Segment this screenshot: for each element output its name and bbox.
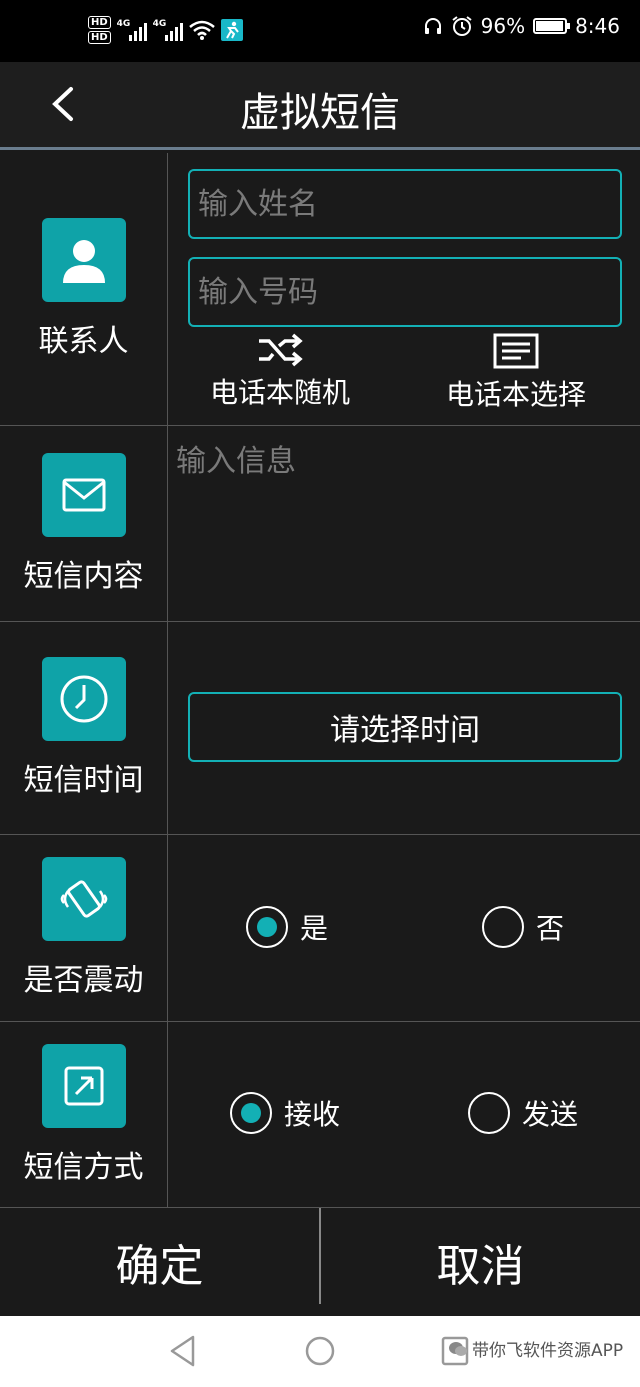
time-row: 短信时间 请选择时间 [0,622,640,835]
name-input[interactable] [188,169,622,239]
signal-bars-1 [128,23,147,41]
nav-home-icon[interactable] [304,1334,336,1368]
radio-dot-receive [241,1103,261,1123]
mode-body: 接收 发送 [170,1022,640,1207]
vibrate-no-label: 否 [536,912,565,945]
mode-tile [41,1043,126,1128]
envelope-icon [62,478,105,511]
watermark-text: 带你飞软件资源APP [472,1341,624,1361]
title-bar: 虚拟短信 [0,62,640,150]
contact-tile [41,218,126,302]
alarm-icon [452,16,472,36]
vibrate-label: 是否震动 [23,963,144,998]
mode-send-label: 发送 [522,1098,579,1131]
contact-row: 联系人 电话本随机 电话本选择 [0,153,640,426]
phonebook-random-label: 电话本随机 [210,376,351,409]
signal-bars-2 [164,23,183,41]
status-right: 96% 8:46 [423,14,620,38]
shuffle-icon [259,333,303,367]
phonebook-select-label: 电话本选择 [446,378,587,411]
mode-row: 短信方式 接收 发送 [0,1022,640,1208]
contact-label-cell: 联系人 [0,153,168,425]
headphones-icon [424,18,441,34]
radio-circle-no [482,906,524,948]
vibrate-yes-label: 是 [300,912,329,945]
radio-circle-receive [230,1092,272,1134]
message-body [170,426,640,621]
vibrate-row: 是否震动 是 否 [0,835,640,1022]
wifi-icon [188,20,215,40]
mode-receive-radio[interactable]: 接收 [230,1092,340,1134]
mode-label-cell: 短信方式 [0,1022,168,1207]
person-icon [62,240,105,283]
hd-indicators: HD HD [88,16,111,44]
list-icon [493,333,539,369]
message-tile [41,452,126,537]
message-label: 短信内容 [23,558,144,594]
vibrate-label-cell: 是否震动 [0,835,168,1021]
time-label-cell: 短信时间 [0,622,168,834]
battery-fill [536,21,563,31]
app-notification-icon [220,19,243,41]
hd-badge-1: HD [88,16,111,29]
nav-back-icon[interactable] [168,1334,198,1368]
hd-badge-2: HD [88,31,111,44]
radio-dot-yes [257,917,277,937]
status-bar: HD HD 4G 4G 96% 8:46 [0,0,640,62]
message-row: 短信内容 [0,426,640,622]
mode-receive-label: 接收 [284,1098,341,1131]
mode-label: 短信方式 [23,1149,144,1185]
cancel-button[interactable]: 取消 [321,1208,640,1316]
message-label-cell: 短信内容 [0,426,168,621]
time-label: 短信时间 [23,763,144,798]
clock-icon [60,675,107,723]
time-body: 请选择时间 [170,622,640,834]
network-type-1: 4G [116,19,131,29]
vibrate-no-radio[interactable]: 否 [482,906,564,948]
battery-percent: 96% [480,14,526,38]
clock: 8:46 [575,14,620,38]
message-direction-icon [64,1066,103,1105]
watermark: 带你飞软件资源APP [448,1336,623,1361]
phonebook-select-button[interactable]: 电话本选择 [446,333,586,413]
status-left: HD HD 4G 4G [88,16,243,44]
radio-circle-send [468,1092,510,1134]
message-input[interactable] [176,436,636,616]
vibrate-yes-radio[interactable]: 是 [246,906,328,948]
time-tile [41,657,126,741]
vibrate-phone-icon [60,880,107,918]
vibrate-body: 是 否 [170,835,640,1021]
page-title: 虚拟短信 [240,90,400,136]
wechat-icon [449,1341,467,1356]
battery-icon [533,18,571,34]
number-input[interactable] [188,257,622,327]
signal-icon-1: 4G [117,19,147,41]
confirm-button[interactable]: 确定 [0,1208,319,1316]
action-bar: 确定 取消 [0,1208,640,1316]
mode-send-radio[interactable]: 发送 [468,1092,578,1134]
phonebook-random-button[interactable]: 电话本随机 [210,333,350,411]
vibrate-tile [41,857,126,941]
contact-body: 电话本随机 电话本选择 [170,153,640,425]
contact-label: 联系人 [38,324,129,359]
system-nav-bar: 带你飞软件资源APP [0,1316,640,1387]
signal-icon-2: 4G [153,19,183,41]
network-type-2: 4G [152,19,167,29]
select-time-button[interactable]: 请选择时间 [188,692,622,762]
radio-circle-yes [246,906,288,948]
